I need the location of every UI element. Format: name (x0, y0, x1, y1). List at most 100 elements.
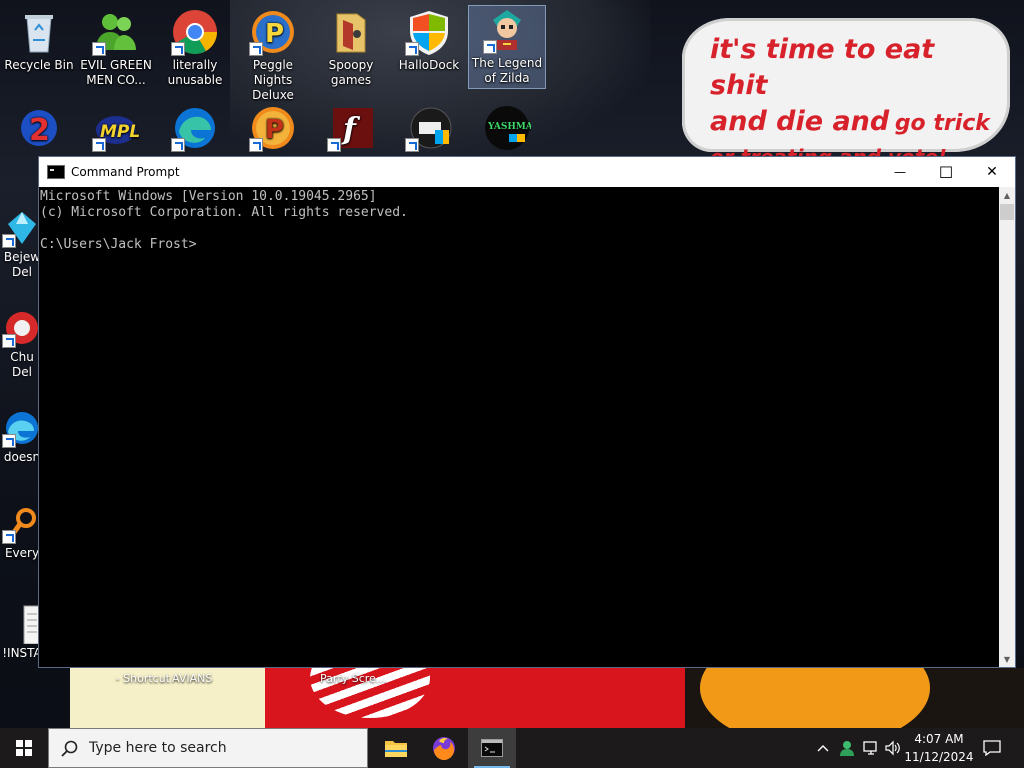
scroll-down-icon[interactable]: ▼ (999, 651, 1015, 667)
windows-logo-icon (16, 740, 32, 756)
desktop-icon-label: Recycle Bin (4, 58, 74, 72)
desktop-icon-label: Every (4, 546, 40, 560)
desktop-icon-bejeweled-row2[interactable]: 2 (1, 104, 77, 154)
start-button[interactable] (0, 728, 48, 768)
shortcut-arrow-icon (249, 138, 263, 152)
shortcut-arrow-icon (2, 334, 16, 348)
desktop-icon-literally-unusable[interactable]: literally unusable (157, 8, 233, 88)
recycle-bin-icon (15, 8, 63, 56)
action-center-button[interactable] (978, 728, 1006, 768)
desktop-icon-label: HalloDock (398, 58, 460, 72)
svg-text:2: 2 (29, 113, 50, 148)
desktop-icon-evil-green-men[interactable]: EVIL GREEN MEN CO... (78, 8, 154, 88)
svg-text:YASHMA: YASHMA (487, 122, 531, 132)
desktop-icon-edge[interactable] (157, 104, 233, 154)
tray-volume-button[interactable] (883, 728, 903, 768)
desktop-icon-recycle-bin[interactable]: Recycle Bin (1, 8, 77, 73)
desktop-icon-label: EVIL GREEN MEN CO... (80, 58, 152, 87)
shortcut-arrow-icon (92, 42, 106, 56)
desktop-icon-legend-of-zilda[interactable]: The Legend of Zilda (468, 5, 546, 89)
peggle-icon: P (249, 8, 297, 56)
desktop-icon-hallodock[interactable]: HalloDock (391, 8, 467, 73)
sign-line-2b: go trick (894, 111, 990, 136)
maximize-button[interactable]: ☐ (923, 157, 969, 187)
desktop-icon-label: The Legend of Zilda (471, 56, 543, 85)
sign-text: it's time to eat shit and die and go tri… (710, 32, 1000, 171)
desktop-icon-spoopy-games[interactable]: Spoopy games (313, 8, 389, 88)
shortcut-arrow-icon (2, 434, 16, 448)
console-line: ​ (40, 221, 999, 237)
desktop-icon-label: !INSTA (2, 646, 42, 660)
bottom-icon-label-2: AVIANS (172, 672, 213, 685)
taskbar-command-prompt[interactable] (468, 728, 516, 768)
shortcut-arrow-icon (249, 42, 263, 56)
close-icon: ✕ (986, 164, 998, 180)
desktop-icon-label: Spoopy games (328, 58, 374, 87)
shortcut-arrow-icon (2, 234, 16, 248)
minimize-button[interactable]: — (877, 157, 923, 187)
search-icon (61, 740, 78, 757)
peggle-icon: P (249, 104, 297, 152)
vertical-scrollbar[interactable]: ▲ ▼ (999, 187, 1015, 667)
tray-people-button[interactable] (836, 728, 858, 768)
file-explorer-icon (385, 741, 407, 757)
close-button[interactable]: ✕ (969, 157, 1015, 187)
bottom-icon-label-3: Party Scre... (320, 672, 387, 685)
taskbar-firefox[interactable] (420, 728, 468, 768)
tray-network-button[interactable] (860, 728, 882, 768)
taskbar-file-explorer[interactable] (372, 728, 420, 768)
flash-icon: f (327, 104, 375, 152)
scroll-up-icon[interactable]: ▲ (999, 187, 1015, 203)
console-prompt: C:\Users\Jack Frost> (40, 237, 197, 252)
command-prompt-icon (47, 165, 65, 179)
game-character-icon (483, 6, 531, 54)
desktop-icon-settings-shortcut[interactable] (391, 104, 467, 154)
bejeweled-2-icon: 2 (15, 104, 63, 152)
desktop-icon-yashma[interactable]: YASHMA (469, 104, 545, 154)
svg-text:P: P (265, 19, 284, 49)
desktop-icon-peggle-2[interactable]: P (235, 104, 311, 154)
shortcut-arrow-icon (171, 42, 185, 56)
notification-icon (983, 740, 1001, 756)
sign-line-2a: and die and (710, 106, 890, 137)
document-icon (2, 604, 42, 645)
search-placeholder: Type here to search (89, 740, 227, 756)
shortcut-arrow-icon (405, 138, 419, 152)
desktop-icon-flash[interactable]: f (313, 104, 389, 154)
mpl-logo-icon: MPL (92, 104, 140, 152)
taskbar: Type here to search 4:07 AM 11/12/2024 (0, 728, 1024, 768)
desktop-icon-peggle-nights[interactable]: P Peggle Nights Deluxe (235, 8, 311, 103)
pumpkin-icon (700, 668, 930, 728)
folder-icon (327, 8, 375, 56)
console-line: Microsoft Windows [Version 10.0.19045.29… (40, 189, 377, 204)
console-line: (c) Microsoft Corporation. All rights re… (40, 205, 408, 220)
shortcut-arrow-icon (92, 138, 106, 152)
network-icon (863, 741, 877, 755)
window-title: Command Prompt (71, 165, 180, 179)
game-icon (2, 308, 42, 348)
bottom-icon-label-1: - Shortcut (115, 672, 170, 685)
minimize-icon: — (894, 165, 906, 179)
shortcut-arrow-icon (327, 138, 341, 152)
shortcut-arrow-icon (2, 530, 16, 544)
clock-date: 11/12/2024 (904, 750, 974, 764)
command-prompt-window[interactable]: Command Prompt — ☐ ✕ Microsoft Windows [… (38, 156, 1016, 668)
desktop-icon-mpl[interactable]: MPL (78, 104, 154, 154)
show-hidden-icons-button[interactable] (814, 728, 832, 768)
person-sync-icon (840, 741, 854, 756)
scrollbar-thumb[interactable] (1000, 204, 1014, 220)
shortcut-arrow-icon (405, 42, 419, 56)
svg-text:P: P (265, 115, 284, 145)
desktop-icon-label: literally unusable (167, 58, 223, 87)
yashma-icon: YASHMA (483, 104, 534, 152)
chevron-up-icon (817, 745, 829, 752)
windows-shield-icon (405, 8, 453, 56)
console-output[interactable]: Microsoft Windows [Version 10.0.19045.29… (39, 187, 999, 667)
taskbar-clock[interactable]: 4:07 AM 11/12/2024 (902, 730, 976, 766)
wallpaper-sign: it's time to eat shit and die and go tri… (682, 18, 1010, 169)
search-box[interactable]: Type here to search (48, 728, 368, 768)
display-settings-icon (405, 104, 453, 152)
window-titlebar[interactable]: Command Prompt — ☐ ✕ (39, 157, 1015, 187)
shortcut-arrow-icon (171, 138, 185, 152)
people-icon (92, 8, 140, 56)
